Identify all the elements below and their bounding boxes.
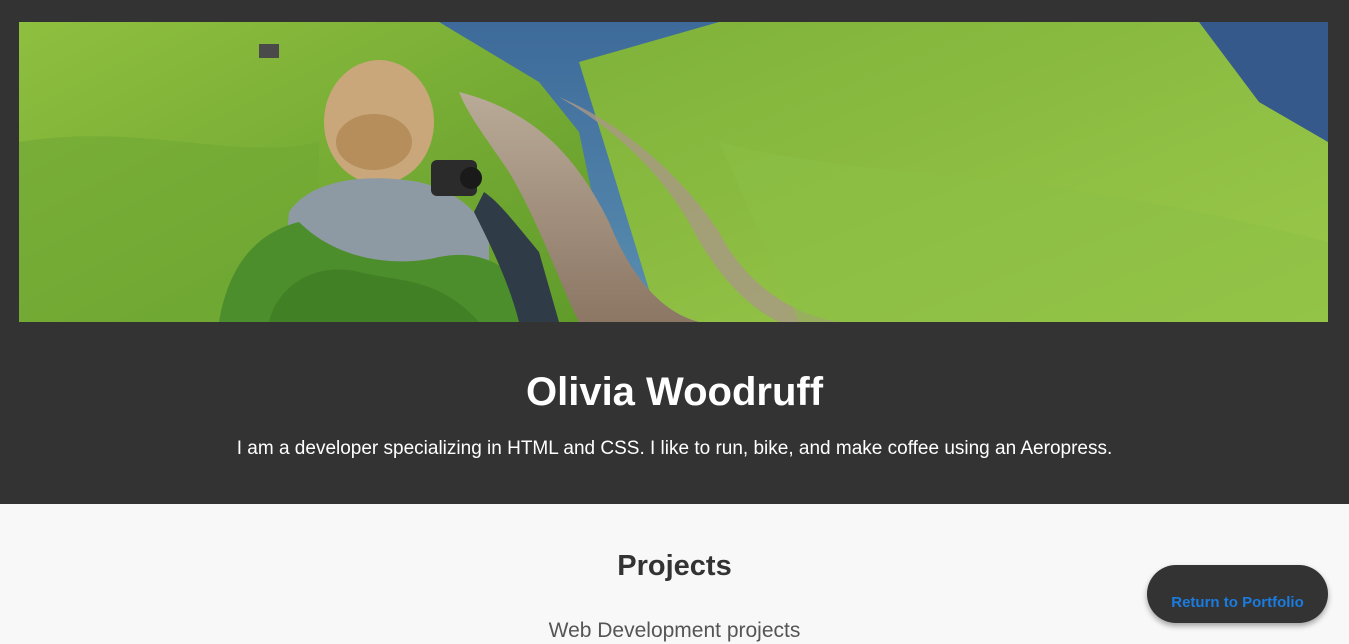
- projects-heading: Projects: [617, 550, 732, 582]
- projects-subheading: Web Development projects: [548, 619, 801, 642]
- profile-name: Olivia Woodruff: [525, 370, 824, 414]
- profile-header: Olivia Woodruff I am a developer special…: [0, 0, 1349, 504]
- hero-image: [19, 22, 1328, 322]
- profile-bio: I am a developer specializing in HTML an…: [236, 438, 1113, 459]
- return-to-portfolio-button[interactable]: Return to Portfolio: [1147, 565, 1328, 623]
